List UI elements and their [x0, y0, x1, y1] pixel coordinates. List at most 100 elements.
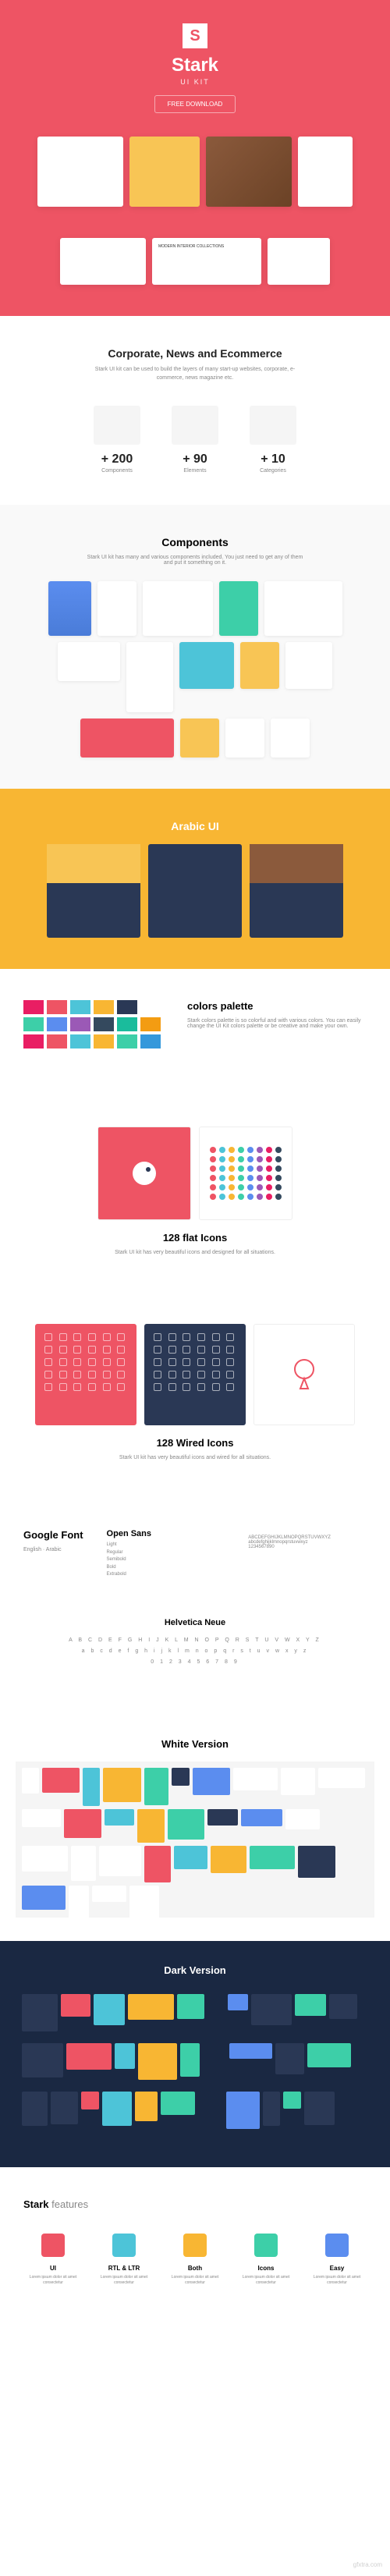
- collage-item: [51, 2092, 78, 2124]
- wired-icon: [88, 1333, 96, 1341]
- flat-icon: [257, 1194, 263, 1200]
- palette-grid: [23, 1000, 164, 1048]
- hero-card: MODERN INTERIOR COLLECTIONS: [152, 238, 261, 285]
- flat-icon: [275, 1147, 282, 1153]
- collage-item: [241, 1809, 282, 1826]
- component-card: [285, 642, 332, 689]
- components-grid: [16, 581, 374, 758]
- feature-icon: [112, 2234, 136, 2257]
- flat-icon: [210, 1194, 216, 1200]
- flat-icon: [257, 1147, 263, 1153]
- white-version-section: White Version: [0, 1715, 390, 1941]
- collage-item: [69, 1886, 90, 1920]
- palette-section: colors palette Stark colors palette is s…: [0, 969, 390, 1095]
- section-title: colors palette: [187, 1000, 367, 1012]
- wired-icon: [88, 1358, 96, 1366]
- wired-icon: [59, 1333, 67, 1341]
- collage-item: [172, 1768, 190, 1786]
- wired-icon: [73, 1333, 81, 1341]
- flat-icon: [266, 1147, 272, 1153]
- hero-card: [37, 137, 123, 207]
- flat-icon: [219, 1194, 225, 1200]
- wired-icon: [117, 1358, 125, 1366]
- feature-icon: [41, 2234, 65, 2257]
- feature-desc: Lorem ipsum dolor sit amet consectetur: [165, 2275, 225, 2286]
- flat-icon: [266, 1156, 272, 1162]
- collage-item: [233, 1768, 278, 1790]
- color-swatch: [23, 1017, 44, 1031]
- section-title: 128 Wired Icons: [23, 1437, 367, 1449]
- wired-icon: [226, 1383, 234, 1391]
- icon-card-hero: [98, 1127, 191, 1220]
- collage-item: [22, 1994, 58, 2031]
- feature-item: BothLorem ipsum dolor sit amet consectet…: [165, 2234, 225, 2286]
- flat-icon: [247, 1166, 254, 1172]
- download-button[interactable]: FREE DOWNLOAD: [154, 95, 236, 113]
- hero-card: [268, 238, 330, 285]
- collage-item: [228, 1994, 248, 2010]
- wired-icon: [183, 1346, 190, 1354]
- color-swatch: [94, 1034, 114, 1048]
- color-swatch: [23, 1034, 44, 1048]
- wired-icon: [73, 1383, 81, 1391]
- features-grid: UILorem ipsum dolor sit amet consectetur…: [23, 2234, 367, 2286]
- color-swatch: [117, 1034, 137, 1048]
- wired-icon: [103, 1346, 111, 1354]
- collage-item: [71, 1846, 96, 1881]
- flat-icon: [219, 1147, 225, 1153]
- collage-item: [180, 2043, 200, 2077]
- flat-icon: [238, 1147, 244, 1153]
- collage-item: [168, 1809, 204, 1840]
- component-card: [48, 581, 91, 636]
- stat-label: Components: [94, 468, 140, 474]
- collage-item: [102, 2092, 132, 2125]
- alphabet-lower: a b c d e f g h i j k l m n o p q r s t …: [23, 1646, 367, 1657]
- feature-title: Easy: [307, 2265, 367, 2272]
- component-card: [98, 581, 136, 636]
- color-swatch: [140, 1034, 161, 1048]
- component-card: [219, 581, 258, 636]
- stat-label: Elements: [172, 468, 218, 474]
- collage-item: [144, 1846, 171, 1882]
- hero-card: [298, 137, 353, 207]
- wired-icon: [183, 1371, 190, 1378]
- color-swatch: [70, 1000, 90, 1014]
- font-langs: English · Arabic: [23, 1547, 83, 1552]
- collage-item: [81, 2092, 99, 2109]
- flat-icon: [266, 1184, 272, 1190]
- flat-icon: [247, 1156, 254, 1162]
- color-swatch: [47, 1034, 67, 1048]
- flat-icon: [275, 1194, 282, 1200]
- wired-icon: [59, 1358, 67, 1366]
- collage-item: [203, 2043, 227, 2073]
- flat-icon: [247, 1147, 254, 1153]
- wired-icon: [44, 1383, 52, 1391]
- component-card: [264, 581, 342, 636]
- collage-item: [22, 1846, 68, 1872]
- wired-icon: [59, 1346, 67, 1354]
- stat-item: + 10 Categories: [250, 406, 296, 474]
- wired-icon: [88, 1383, 96, 1391]
- wired-icon: [154, 1333, 161, 1341]
- color-swatch: [70, 1017, 90, 1031]
- flat-icon: [210, 1184, 216, 1190]
- wired-icon: [212, 1383, 220, 1391]
- arabic-section: Arabic UI: [0, 789, 390, 969]
- wired-icon: [168, 1358, 176, 1366]
- collage-item: [138, 2043, 177, 2080]
- collage-item: [42, 1768, 79, 1793]
- hero-cards-row2: MODERN INTERIOR COLLECTIONS: [0, 238, 390, 316]
- collage-item: [263, 2092, 280, 2126]
- watermark: gfxtra.com: [353, 2561, 382, 2568]
- feature-desc: Lorem ipsum dolor sit amet consectetur: [236, 2275, 296, 2286]
- component-card: [126, 642, 173, 712]
- flat-icon: [266, 1166, 272, 1172]
- stat-image: [250, 406, 296, 445]
- collage-item: [22, 2092, 48, 2126]
- collage-item: [61, 1994, 91, 2017]
- stat-number: + 10: [250, 452, 296, 467]
- wired-icon: [103, 1333, 111, 1341]
- collage-item: [92, 1886, 126, 1903]
- section-desc: Stark UI kit can be used to build the la…: [86, 366, 304, 382]
- flat-icon: [275, 1184, 282, 1190]
